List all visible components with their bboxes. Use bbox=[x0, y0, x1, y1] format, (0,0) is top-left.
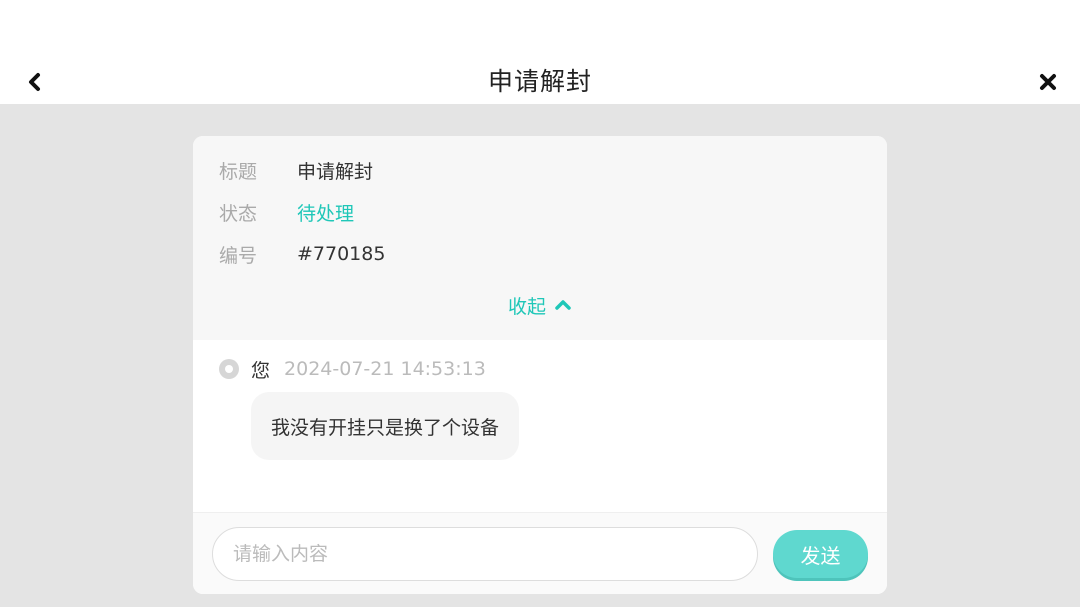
page-title: 申请解封 bbox=[487, 67, 592, 96]
message-timestamp: 2024-07-21 14:53:13 bbox=[284, 358, 486, 380]
ticket-title-value: 申请解封 bbox=[297, 160, 374, 183]
avatar-dot-icon bbox=[219, 359, 239, 379]
ticket-title-label: 标题 bbox=[219, 160, 258, 183]
ticket-card: 标题 申请解封 状态 待处理 编号 #770185 收起 您 2024-07-2… bbox=[193, 136, 887, 594]
collapse-button[interactable]: 收起 bbox=[193, 290, 887, 320]
ticket-status-label: 状态 bbox=[219, 202, 258, 225]
ticket-number-label: 编号 bbox=[219, 244, 258, 267]
send-button[interactable]: 发送 bbox=[773, 530, 868, 578]
message-header: 您 2024-07-21 14:53:13 bbox=[219, 356, 486, 382]
message-bubble: 我没有开挂只是换了个设备 bbox=[251, 392, 520, 460]
message-input[interactable] bbox=[212, 527, 758, 581]
ticket-status-row: 状态 待处理 bbox=[219, 197, 354, 227]
message-sender: 您 bbox=[251, 359, 271, 382]
ticket-number-value: #770185 bbox=[297, 243, 386, 265]
ticket-number-row: 编号 #770185 bbox=[219, 239, 385, 269]
close-button[interactable] bbox=[1036, 70, 1060, 94]
ticket-title-row: 标题 申请解封 bbox=[219, 155, 373, 185]
chevron-up-icon bbox=[555, 300, 571, 310]
close-icon bbox=[1040, 74, 1056, 90]
top-bar: 申请解封 bbox=[0, 0, 1080, 104]
composer-bar: 发送 bbox=[193, 512, 887, 594]
collapse-label: 收起 bbox=[507, 295, 546, 318]
ticket-info-panel: 标题 申请解封 状态 待处理 编号 #770185 收起 bbox=[193, 136, 887, 340]
ticket-status-value: 待处理 bbox=[297, 202, 355, 225]
